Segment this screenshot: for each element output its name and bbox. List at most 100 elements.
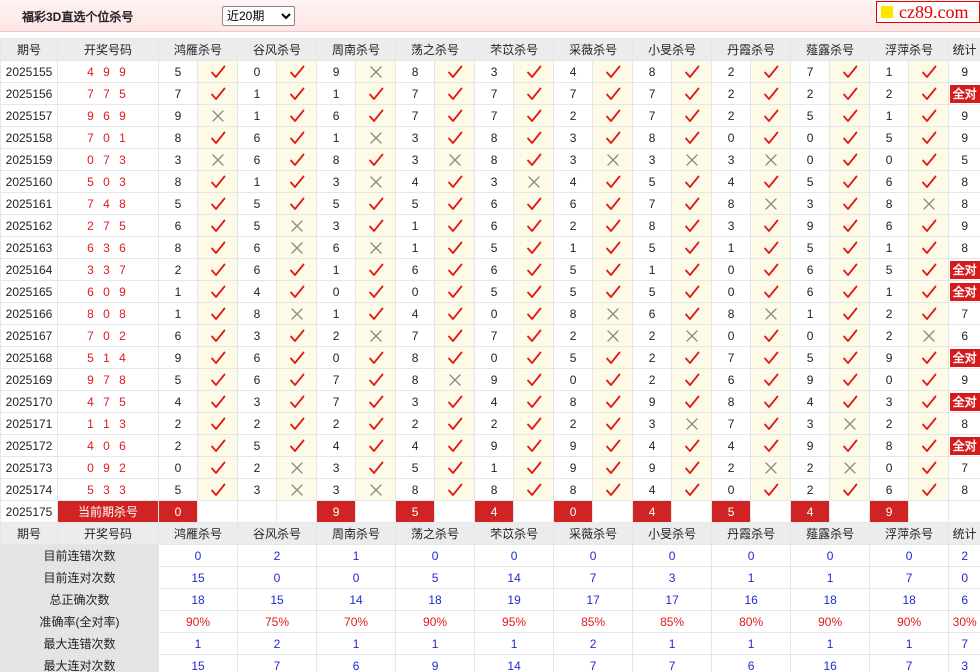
- kill-number-cell: 8: [553, 302, 594, 325]
- result-mark-cell: [750, 346, 792, 369]
- period-cell: 2025157: [0, 104, 58, 127]
- kill-number-cell: 2: [237, 412, 278, 435]
- check-icon: [210, 395, 225, 408]
- cross-icon: [369, 241, 382, 254]
- kill-number-cell: 2: [474, 412, 515, 435]
- result-mark-cell: [592, 82, 634, 105]
- kill-number-cell: 5: [474, 280, 515, 303]
- table-row: 2025170 4 7 5 4 3 7 3 4 8 9 8 4 3 全对: [0, 390, 980, 413]
- result-mark-cell: [355, 236, 397, 259]
- check-icon: [921, 109, 937, 122]
- result-mark-cell: [355, 368, 397, 391]
- col-header: 谷风杀号: [237, 522, 318, 545]
- kill-number-cell: 2: [632, 324, 673, 347]
- period-cell: 2025171: [0, 412, 58, 435]
- result-mark-cell: [750, 456, 792, 479]
- stats-value: 0: [632, 544, 713, 567]
- stats-value: 18: [157, 588, 239, 611]
- kill-number-cell: 3: [316, 170, 357, 193]
- result-mark-cell: [276, 258, 318, 281]
- kill-number-cell: 4: [474, 390, 515, 413]
- check-icon: [210, 373, 225, 386]
- check-icon: [605, 87, 620, 100]
- result-mark-cell: [829, 126, 871, 149]
- result-mark-cell: [355, 346, 397, 369]
- current-kill-spacer: [434, 500, 476, 523]
- cross-icon: [211, 109, 224, 122]
- result-mark-cell: [671, 170, 713, 193]
- result-mark-cell: [829, 434, 871, 457]
- result-mark-cell: [276, 104, 318, 127]
- check-icon: [289, 329, 304, 342]
- result-mark-cell: [750, 434, 792, 457]
- current-kill-number: 5: [711, 500, 752, 523]
- result-mark-cell: [750, 126, 792, 149]
- cross-icon: [685, 329, 698, 342]
- stats-row: 最大连错次数 1 2 1 1 1 2 1 1 1 1 7: [0, 632, 980, 655]
- result-mark-cell: [196, 170, 239, 193]
- check-icon: [526, 307, 541, 320]
- kill-number-cell: 3: [316, 456, 357, 479]
- result-mark-cell: [196, 82, 239, 105]
- logo-text: cz89.com: [899, 2, 969, 22]
- site-logo[interactable]: cz89.com: [876, 1, 980, 23]
- result-mark-cell: [908, 236, 950, 259]
- result-mark-cell: [513, 434, 555, 457]
- kill-number-cell: 1: [237, 104, 278, 127]
- result-mark-cell: [276, 148, 318, 171]
- current-kill-number: 4: [790, 500, 831, 523]
- stats-label: 准确率(全对率): [0, 610, 159, 633]
- result-mark-cell: [434, 368, 476, 391]
- result-mark-cell: [434, 346, 476, 369]
- result-mark-cell: [196, 236, 239, 259]
- kill-number-cell: 3: [790, 412, 831, 435]
- period-range-select[interactable]: 近20期: [222, 6, 295, 26]
- result-mark-cell: [276, 412, 318, 435]
- stats-value: 7: [553, 654, 634, 672]
- stat-cell: 全对: [948, 346, 980, 369]
- winning-number-cell: 7 0 2: [57, 324, 159, 347]
- winning-number-cell: 4 0 6: [57, 434, 159, 457]
- kill-number-cell: 8: [158, 170, 198, 193]
- check-icon: [526, 461, 541, 474]
- period-cell: 2025163: [0, 236, 58, 259]
- check-icon: [921, 219, 937, 232]
- result-mark-cell: [592, 434, 634, 457]
- period-cell: 2025166: [0, 302, 58, 325]
- result-mark-cell: [276, 192, 318, 215]
- stat-cell: 全对: [948, 258, 980, 281]
- result-mark-cell: [750, 280, 792, 303]
- result-mark-cell: [276, 324, 318, 347]
- result-mark-cell: [671, 302, 713, 325]
- all-correct-badge: 全对: [949, 348, 980, 367]
- kill-number-cell: 4: [395, 302, 436, 325]
- col-header: 薤露杀号: [790, 522, 871, 545]
- result-mark-cell: [829, 324, 871, 347]
- result-mark-cell: [592, 478, 634, 501]
- result-mark-cell: [750, 236, 792, 259]
- check-icon: [921, 87, 937, 100]
- col-header: 期号: [0, 38, 58, 61]
- check-icon: [526, 417, 541, 430]
- table-row: 2025164 3 3 7 2 6 1 6 6 5 1 0 6 5 全对: [0, 258, 980, 281]
- result-mark-cell: [355, 148, 397, 171]
- check-icon: [763, 87, 779, 100]
- check-icon: [684, 461, 699, 474]
- winning-number-cell: 8 0 8: [57, 302, 159, 325]
- kill-number-cell: 0: [474, 346, 515, 369]
- check-icon: [605, 483, 620, 496]
- check-icon: [526, 395, 541, 408]
- check-icon: [526, 241, 541, 254]
- check-icon: [289, 351, 304, 364]
- kill-number-cell: 6: [474, 192, 515, 215]
- result-mark-cell: [513, 104, 555, 127]
- table-row: 2025162 2 7 565316283969: [0, 214, 980, 237]
- kill-number-cell: 8: [158, 126, 198, 149]
- result-mark-cell: [671, 324, 713, 347]
- check-icon: [921, 307, 937, 320]
- check-icon: [289, 87, 304, 100]
- check-icon: [526, 263, 541, 276]
- result-mark-cell: [513, 412, 555, 435]
- result-mark-cell: [592, 214, 634, 237]
- kill-number-cell: 3: [395, 390, 436, 413]
